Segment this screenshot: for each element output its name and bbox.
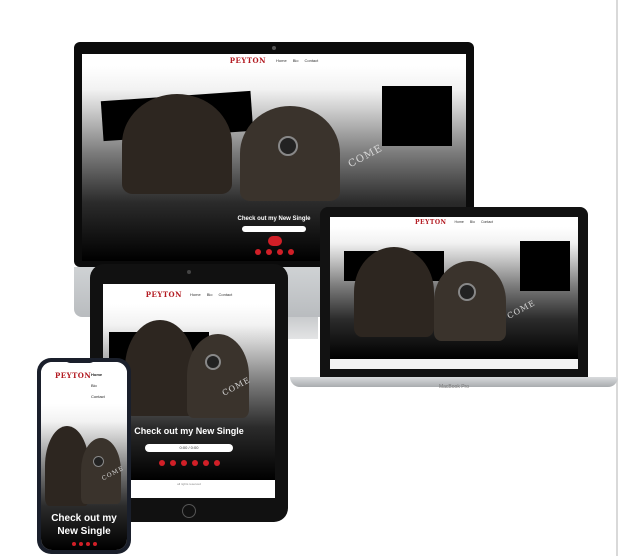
soundcloud-icon[interactable] xyxy=(180,460,187,466)
facebook-icon[interactable] xyxy=(71,542,76,546)
nav-bio[interactable]: Bio xyxy=(91,380,105,391)
audio-player[interactable]: 0:00 / 0:00 xyxy=(145,444,233,452)
instagram-icon[interactable] xyxy=(169,460,176,466)
site-header: PEYTON Home Bio Contact xyxy=(41,362,127,404)
camera-icon xyxy=(272,46,276,50)
nav-contact[interactable]: Contact xyxy=(481,220,493,224)
site-footer xyxy=(330,359,578,369)
twitter-icon[interactable] xyxy=(276,249,283,255)
site-nav: Home Bio Contact xyxy=(276,58,318,63)
laptop-screen: PEYTON Home Bio Contact COME xyxy=(330,217,578,369)
site-nav: Home Bio Contact xyxy=(190,292,232,297)
instagram-icon[interactable] xyxy=(78,542,83,546)
play-button[interactable] xyxy=(268,236,282,246)
facebook-icon[interactable] xyxy=(254,249,261,255)
hero-slogan: COME xyxy=(346,142,385,171)
nav-home[interactable]: Home xyxy=(455,220,464,224)
hero-photo-woman xyxy=(187,334,249,418)
hero-section: COME xyxy=(330,227,578,359)
spotify-icon[interactable] xyxy=(213,460,220,466)
site-header: PEYTON Home Bio Contact xyxy=(82,54,466,66)
facebook-icon[interactable] xyxy=(158,460,165,466)
hero-photo-man xyxy=(354,247,434,337)
hero-photo-man xyxy=(122,94,232,194)
site-logo[interactable]: PEYTON xyxy=(146,290,182,299)
nav-home[interactable]: Home xyxy=(190,292,201,297)
camera-lens xyxy=(278,136,298,156)
site-nav: Home Bio Contact xyxy=(91,369,105,402)
camera-lens xyxy=(93,456,104,467)
ink-splash xyxy=(382,86,452,146)
laptop-mockup: PEYTON Home Bio Contact COME MacBook Pro xyxy=(290,207,618,397)
nav-bio[interactable]: Bio xyxy=(470,220,475,224)
twitter-icon[interactable] xyxy=(191,460,198,466)
laptop-brand: MacBook Pro xyxy=(438,384,469,390)
camera-lens xyxy=(205,354,221,370)
youtube-icon[interactable] xyxy=(92,542,97,546)
nav-contact[interactable]: Contact xyxy=(304,58,318,63)
hero-photo-man xyxy=(125,320,195,416)
nav-bio[interactable]: Bio xyxy=(207,292,213,297)
hero-slogan: COME xyxy=(505,298,538,321)
phone-notch xyxy=(65,358,95,363)
site-logo[interactable]: PEYTON xyxy=(415,219,447,226)
hero-headline: Check out my New Single xyxy=(51,513,117,537)
social-icons xyxy=(41,542,127,546)
site-logo[interactable]: PEYTON xyxy=(55,371,91,380)
phone-mockup: PEYTON Home Bio Contact COME Check out m… xyxy=(37,358,131,554)
camera-icon xyxy=(187,270,191,274)
nav-bio[interactable]: Bio xyxy=(293,58,299,63)
camera-lens xyxy=(458,283,476,301)
site-logo[interactable]: PEYTON xyxy=(230,56,266,65)
home-button[interactable] xyxy=(182,504,196,518)
site-header: PEYTON Home Bio Contact xyxy=(330,217,578,227)
twitter-icon[interactable] xyxy=(85,542,90,546)
youtube-icon[interactable] xyxy=(202,460,209,466)
ink-splash xyxy=(520,241,570,291)
hero-photo-woman xyxy=(434,261,506,341)
instagram-icon[interactable] xyxy=(265,249,272,255)
hero-section: COME Check out my New Single xyxy=(41,404,127,550)
nav-contact[interactable]: Contact xyxy=(91,391,105,402)
phone-screen: PEYTON Home Bio Contact COME Check out m… xyxy=(41,362,127,550)
nav-contact[interactable]: Contact xyxy=(218,292,232,297)
site-nav: Home Bio Contact xyxy=(455,220,493,224)
nav-home[interactable]: Home xyxy=(276,58,287,63)
nav-home[interactable]: Home xyxy=(91,369,105,380)
site-header: PEYTON Home Bio Contact xyxy=(103,284,275,304)
